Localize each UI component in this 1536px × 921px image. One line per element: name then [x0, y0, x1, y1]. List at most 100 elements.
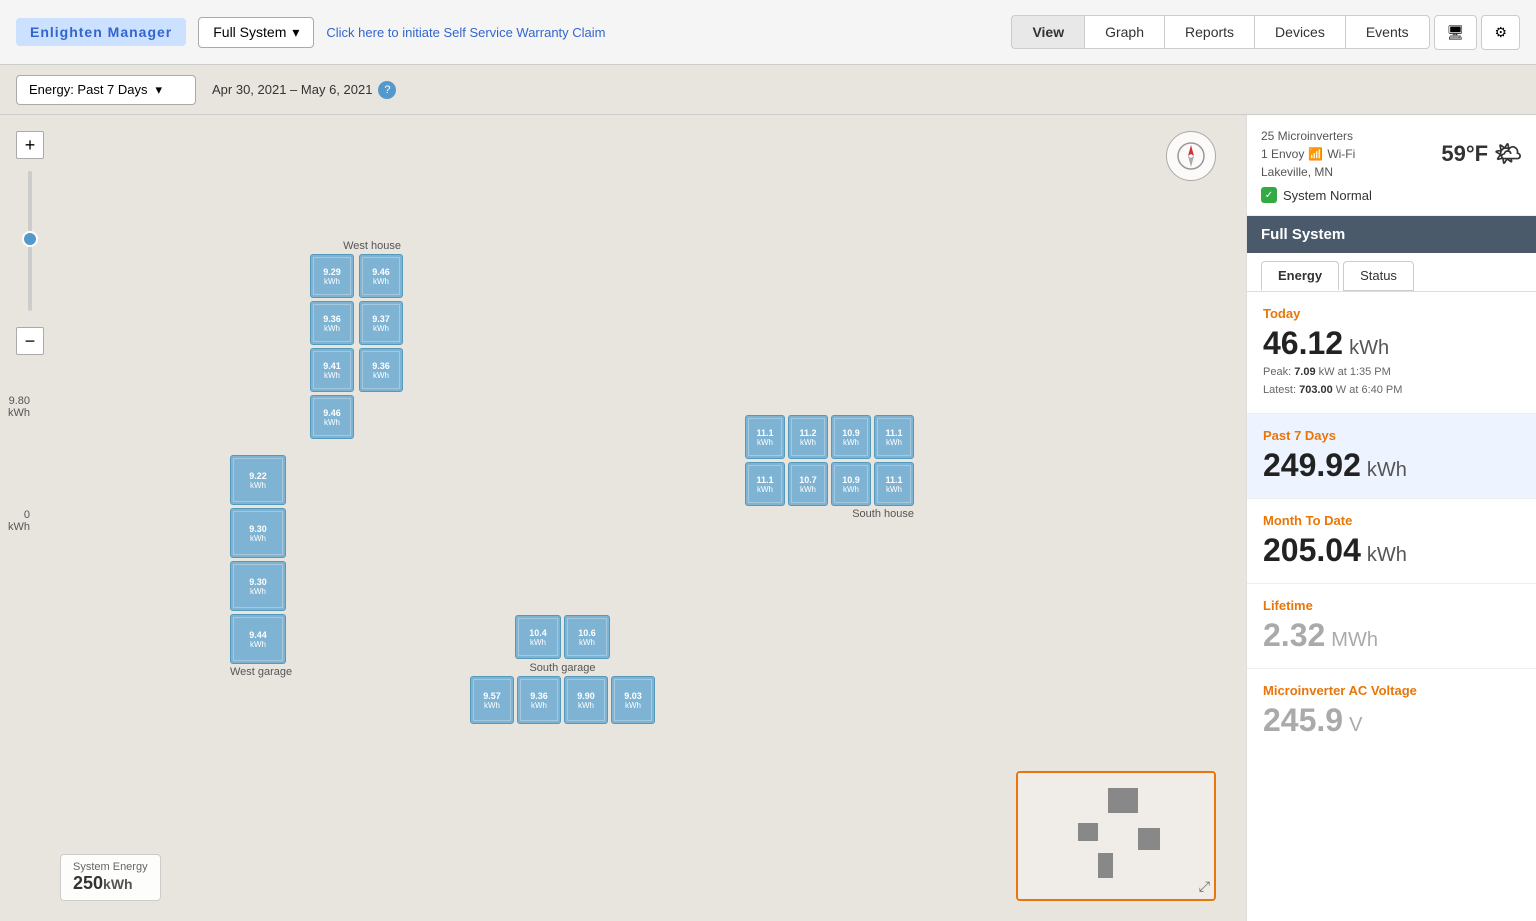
temperature-value: 59°F [1441, 141, 1488, 167]
status-dot-icon: ✓ [1261, 187, 1277, 203]
voltage-value: 245.9 V [1263, 702, 1520, 739]
compass-icon [1166, 131, 1216, 181]
tab-graph[interactable]: Graph [1085, 15, 1165, 49]
location-label: Lakeville, MN [1261, 163, 1355, 181]
right-panel: 25 Microinverters 1 Envoy 📶 Wi-Fi Lakevi… [1246, 115, 1536, 921]
temperature-display: 59°F 🌤 [1441, 141, 1522, 167]
lifetime-label: Lifetime [1263, 598, 1520, 613]
info-icon[interactable]: ? [378, 81, 396, 99]
panel-group-west-house: West house 9.29kWh 9.46kWh 9.36kWh 9.37k… [310, 240, 405, 439]
panel-sh-4[interactable]: 11.1kWh [874, 415, 914, 459]
panel-wg-2[interactable]: 9.30kWh [230, 508, 286, 558]
tab-view[interactable]: View [1011, 15, 1085, 49]
full-system-button[interactable]: Full System ▾ [198, 17, 314, 48]
panel-wh-6[interactable]: 9.36kWh [359, 348, 403, 392]
monitor-button[interactable]: 🖥 [1434, 15, 1478, 50]
panel-sg-4[interactable]: 9.03kWh [611, 676, 655, 724]
brand-logo: Enlighten Manager [16, 18, 186, 46]
month-to-date-value: 205.04 kWh [1263, 532, 1520, 569]
past7days-value: 249.92 kWh [1263, 447, 1520, 484]
panel-sh-5[interactable]: 11.1kWh [745, 462, 785, 506]
tab-devices[interactable]: Devices [1255, 15, 1346, 49]
panel-wh-5[interactable]: 9.41kWh [310, 348, 354, 392]
panel-sh-6[interactable]: 10.7kWh [788, 462, 828, 506]
panel-sg-3[interactable]: 9.90kWh [564, 676, 608, 724]
stat-month-to-date: Month To Date 205.04 kWh [1247, 499, 1536, 584]
panel-sg-1[interactable]: 9.57kWh [470, 676, 514, 724]
south-house-label: South house [745, 508, 914, 520]
panel-group-south-house: 11.1kWh 11.2kWh 10.9kWh 11.1kWh 11.1kWh … [745, 415, 914, 522]
voltage-section: Microinverter AC Voltage 245.9 V [1247, 669, 1536, 753]
weather-icon: 🌤 [1494, 141, 1522, 167]
panel-sg-2[interactable]: 9.36kWh [517, 676, 561, 724]
tab-events[interactable]: Events [1346, 15, 1430, 49]
weather-info: 25 Microinverters 1 Envoy 📶 Wi-Fi Lakevi… [1261, 127, 1355, 181]
peak-value: 7.09 [1294, 366, 1315, 378]
weather-row: 25 Microinverters 1 Envoy 📶 Wi-Fi Lakevi… [1261, 127, 1522, 181]
month-to-date-label: Month To Date [1263, 513, 1520, 528]
energy-dropdown[interactable]: Energy: Past 7 Days ▾ [16, 75, 196, 105]
panel-sg-top-1[interactable]: 10.4kWh [515, 615, 561, 659]
microinverters-count: 25 Microinverters [1261, 127, 1355, 145]
chevron-down-icon: ▾ [292, 24, 299, 41]
latest-unit: W at 6:40 PM [1336, 384, 1403, 396]
panel-tabs: Energy Status [1247, 253, 1536, 292]
panel-sh-1[interactable]: 11.1kWh [745, 415, 785, 459]
scale-bottom-value: 0 [8, 509, 30, 521]
nav-tabs: View Graph Reports Devices Events 🖥 ⚙ [1011, 15, 1520, 50]
mini-map: ⤢ [1016, 771, 1216, 901]
energy-dropdown-label: Energy: Past 7 Days [29, 82, 148, 97]
main-content: + − 9.80 kWh 0 kWh West house 9.29kWh 9.… [0, 115, 1536, 921]
panel-sh-3[interactable]: 10.9kWh [831, 415, 871, 459]
panel-sg-top-2[interactable]: 10.6kWh [564, 615, 610, 659]
zoom-slider[interactable] [28, 163, 32, 323]
mini-shape-1 [1108, 788, 1138, 813]
full-system-label: Full System [213, 24, 286, 40]
panel-sh-2[interactable]: 11.2kWh [788, 415, 828, 459]
system-energy-value: 250kWh [73, 873, 148, 894]
today-label: Today [1263, 306, 1520, 321]
map-area: + − 9.80 kWh 0 kWh West house 9.29kWh 9.… [0, 115, 1246, 921]
peak-label: Peak: [1263, 366, 1294, 378]
chevron-down-icon: ▾ [156, 82, 163, 98]
zoom-in-button[interactable]: + [16, 131, 44, 159]
warranty-link[interactable]: Click here to initiate Self Service Warr… [326, 25, 605, 40]
mini-shape-4 [1098, 853, 1113, 878]
settings-button[interactable]: ⚙ [1481, 15, 1520, 50]
system-energy-label: System Energy [73, 861, 148, 873]
panel-wh-3[interactable]: 9.36kWh [310, 301, 354, 345]
tab-reports[interactable]: Reports [1165, 15, 1255, 49]
mini-map-expand-button[interactable]: ⤢ [1199, 878, 1210, 895]
panel-sh-8[interactable]: 11.1kWh [874, 462, 914, 506]
panel-group-south-garage: 10.4kWh 10.6kWh South garage 9.57kWh 9.3… [470, 615, 655, 724]
stat-past7days: Past 7 Days 249.92 kWh [1247, 414, 1536, 499]
scale-top-unit: kWh [8, 407, 30, 419]
stat-lifetime: Lifetime 2.32 MWh [1247, 584, 1536, 669]
south-garage-label: South garage [470, 662, 655, 674]
panel-wg-3[interactable]: 9.30kWh [230, 561, 286, 611]
panel-tab-status[interactable]: Status [1343, 261, 1414, 291]
latest-value: 703.00 [1299, 384, 1333, 396]
panel-wg-4[interactable]: 9.44kWh [230, 614, 286, 664]
zoom-out-button[interactable]: − [16, 327, 44, 355]
panel-group-west-garage: 9.22kWh 9.30kWh 9.30kWh 9.44kWh West gar… [230, 455, 292, 680]
panel-tab-energy[interactable]: Energy [1261, 261, 1339, 291]
panel-wh-4[interactable]: 9.37kWh [359, 301, 403, 345]
panel-wh-7[interactable]: 9.46kWh [310, 395, 354, 439]
system-status-row: ✓ System Normal [1261, 187, 1522, 203]
date-range: Apr 30, 2021 – May 6, 2021 ? [212, 81, 396, 99]
panel-wh-1[interactable]: 9.29kWh [310, 254, 354, 298]
voltage-label: Microinverter AC Voltage [1263, 683, 1520, 698]
panel-wg-1[interactable]: 9.22kWh [230, 455, 286, 505]
wifi-icon: 📶 [1308, 145, 1323, 163]
past7days-label: Past 7 Days [1263, 428, 1520, 443]
panel-sh-7[interactable]: 10.9kWh [831, 462, 871, 506]
zoom-controls: + − [16, 131, 44, 355]
stat-today: Today 46.12 kWh Peak: 7.09 kW at 1:35 PM… [1247, 292, 1536, 414]
sub-bar: Energy: Past 7 Days ▾ Apr 30, 2021 – May… [0, 65, 1536, 115]
scale-bottom-unit: kWh [8, 521, 30, 533]
lifetime-value: 2.32 MWh [1263, 617, 1520, 654]
weather-section: 25 Microinverters 1 Envoy 📶 Wi-Fi Lakevi… [1247, 115, 1536, 216]
panel-wh-2[interactable]: 9.46kWh [359, 254, 403, 298]
mini-shape-2 [1078, 823, 1098, 841]
